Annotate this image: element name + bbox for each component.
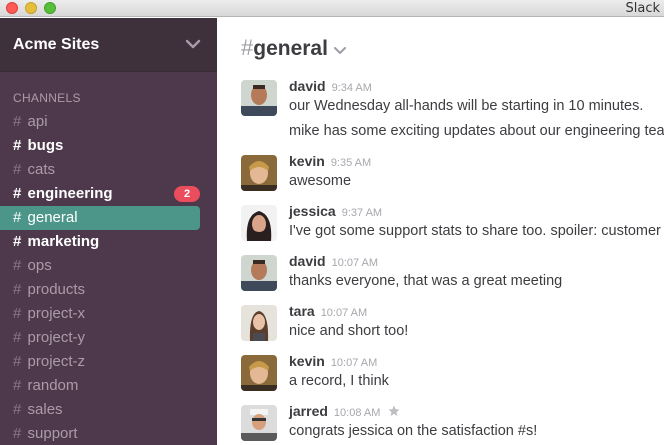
- channel-label: general: [27, 209, 78, 226]
- hash-icon: #: [13, 209, 22, 226]
- hash-icon: #: [13, 329, 22, 346]
- sidebar-item-project-y[interactable]: # project-y: [0, 326, 217, 350]
- channel-label: project-z: [27, 353, 86, 370]
- hash-icon: #: [13, 305, 22, 322]
- message-timestamp[interactable]: 10:08 AM: [334, 407, 380, 419]
- channel-label: project-y: [27, 329, 86, 346]
- sidebar: Acme Sites CHANNELS # api # bugs # cats …: [0, 18, 217, 445]
- hash-icon: #: [13, 161, 22, 178]
- message-meta: kevin 10:07 AM: [289, 353, 377, 371]
- message-meta: jarred 10:08 AM: [289, 403, 400, 421]
- message-meta: david 10:07 AM: [289, 253, 378, 271]
- team-name: Acme Sites: [13, 36, 100, 53]
- channels-heading[interactable]: CHANNELS: [13, 91, 81, 105]
- sidebar-item-project-z[interactable]: # project-z: [0, 350, 217, 374]
- channel-label: cats: [27, 161, 56, 178]
- message-author[interactable]: david: [289, 78, 326, 94]
- avatar[interactable]: [241, 305, 277, 341]
- hash-icon: #: [13, 425, 22, 442]
- chevron-down-icon[interactable]: [185, 38, 201, 50]
- message-meta: kevin 9:35 AM: [289, 153, 371, 171]
- hash-icon: #: [13, 353, 22, 370]
- sidebar-item-general[interactable]: # general: [0, 206, 200, 230]
- hash-icon: #: [13, 401, 22, 418]
- chevron-down-icon: [333, 46, 346, 54]
- hash-icon: #: [241, 35, 254, 60]
- sidebar-item-project-x[interactable]: # project-x: [0, 302, 217, 326]
- message-text: awesome: [289, 173, 352, 189]
- message-text: nice and short too!: [289, 323, 409, 339]
- hash-icon: #: [13, 281, 22, 298]
- sidebar-item-marketing[interactable]: # marketing: [0, 230, 217, 254]
- message-timestamp[interactable]: 10:07 AM: [331, 357, 377, 369]
- hash-icon: #: [13, 137, 22, 154]
- team-menu[interactable]: Acme Sites: [0, 18, 217, 72]
- message-timestamp[interactable]: 10:07 AM: [321, 307, 367, 319]
- hash-icon: #: [13, 377, 22, 394]
- channel-label: bugs: [27, 137, 64, 154]
- channel-title-button[interactable]: #general: [241, 35, 346, 60]
- hash-icon: #: [13, 257, 22, 274]
- sidebar-item-cats[interactable]: # cats: [0, 158, 217, 182]
- channel-label: sales: [27, 401, 63, 418]
- channel-list: # api # bugs # cats # engineering 2 # gen…: [0, 110, 217, 445]
- channel-label: api: [27, 113, 48, 130]
- message-timestamp[interactable]: 10:07 AM: [332, 257, 378, 269]
- avatar[interactable]: [241, 155, 277, 191]
- message-author[interactable]: jarred: [289, 403, 328, 419]
- hash-icon: #: [13, 233, 22, 250]
- message-author[interactable]: david: [289, 253, 326, 269]
- channel-label: random: [27, 377, 79, 394]
- sidebar-item-random[interactable]: # random: [0, 374, 217, 398]
- message-timestamp[interactable]: 9:37 AM: [342, 207, 382, 219]
- message-text: I've got some support stats to share too…: [289, 223, 661, 239]
- sidebar-item-support[interactable]: # support: [0, 422, 217, 445]
- message-text: our Wednesday all-hands will be starting…: [289, 98, 644, 114]
- channel-label: support: [27, 425, 78, 442]
- message-meta: david 9:34 AM: [289, 78, 372, 96]
- hash-icon: #: [13, 185, 22, 202]
- avatar[interactable]: [241, 405, 277, 441]
- avatar[interactable]: [241, 255, 277, 291]
- message-meta: tara 10:07 AM: [289, 303, 367, 321]
- unread-badge: 2: [174, 186, 200, 202]
- sidebar-item-ops[interactable]: # ops: [0, 254, 217, 278]
- message-author[interactable]: jessica: [289, 203, 336, 219]
- sidebar-item-bugs[interactable]: # bugs: [0, 134, 217, 158]
- message-author[interactable]: kevin: [289, 153, 325, 169]
- message-timestamp[interactable]: 9:35 AM: [331, 157, 371, 169]
- avatar[interactable]: [241, 205, 277, 241]
- message-timestamp[interactable]: 9:34 AM: [332, 82, 372, 94]
- message-author[interactable]: tara: [289, 303, 315, 319]
- sidebar-item-engineering[interactable]: # engineering 2: [0, 182, 217, 206]
- message-text: congrats jessica on the satisfaction #s!: [289, 423, 538, 439]
- sidebar-item-sales[interactable]: # sales: [0, 398, 217, 422]
- window-close-button[interactable]: [6, 2, 18, 14]
- window-minimize-button[interactable]: [25, 2, 37, 14]
- hash-icon: #: [13, 113, 22, 130]
- message-author[interactable]: kevin: [289, 353, 325, 369]
- message-text: a record, I think: [289, 373, 389, 389]
- channel-label: ops: [27, 257, 52, 274]
- channel-label: marketing: [27, 233, 100, 250]
- channel-label: project-x: [27, 305, 86, 322]
- channel-label: engineering: [27, 185, 113, 202]
- sidebar-item-products[interactable]: # products: [0, 278, 217, 302]
- window-maximize-button[interactable]: [44, 2, 56, 14]
- message-text: mike has some exciting updates about our…: [289, 123, 664, 139]
- sidebar-item-api[interactable]: # api: [0, 110, 217, 134]
- message-pane: #general david 9:34 AM our Wednesday all-…: [217, 18, 664, 445]
- message-meta: jessica 9:37 AM: [289, 203, 382, 221]
- window-titlebar: Slack: [0, 0, 664, 17]
- page-title: general: [253, 37, 328, 60]
- app-title: Slack: [625, 1, 660, 16]
- channel-label: products: [27, 281, 86, 298]
- star-icon[interactable]: [388, 405, 400, 417]
- avatar[interactable]: [241, 80, 277, 116]
- message-text: thanks everyone, that was a great meetin…: [289, 273, 563, 289]
- avatar[interactable]: [241, 355, 277, 391]
